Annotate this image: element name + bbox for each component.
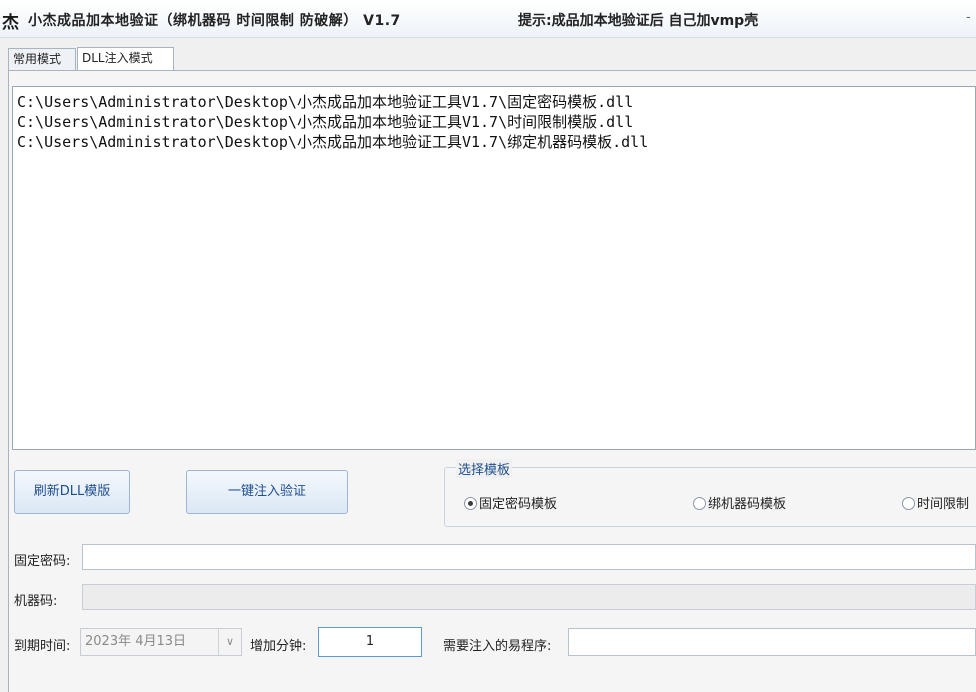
list-item[interactable]: C:\Users\Administrator\Desktop\小杰成品加本地验证… xyxy=(17,112,975,132)
chevron-down-icon[interactable]: ∨ xyxy=(218,629,241,655)
expiry-date-picker[interactable]: 2023年 4月13日 ∨ xyxy=(80,628,242,656)
tab-dll-inject-mode[interactable]: DLL注入模式 xyxy=(77,47,174,71)
one-click-inject-button[interactable]: 一键注入验证 xyxy=(186,470,348,514)
fixed-password-field[interactable] xyxy=(82,544,976,570)
hint-text: 提示:成品加本地验证后 自己加vmp壳 xyxy=(518,13,759,29)
add-minutes-label: 增加分钟: xyxy=(250,639,307,654)
template-group-legend: 选择模板 xyxy=(456,459,513,478)
radio-time-limit-template[interactable]: 时间限制 xyxy=(902,493,969,512)
radio-label: 绑机器码模板 xyxy=(708,497,787,512)
radio-unchecked-icon[interactable] xyxy=(902,497,915,510)
radio-label: 固定密码模板 xyxy=(479,497,558,512)
radio-machine-code-template[interactable]: 绑机器码模板 xyxy=(693,493,786,512)
machine-code-label: 机器码: xyxy=(14,594,58,609)
radio-label: 时间限制 xyxy=(917,497,970,512)
list-item[interactable]: C:\Users\Administrator\Desktop\小杰成品加本地验证… xyxy=(17,92,975,112)
radio-fixed-password-template[interactable]: 固定密码模板 xyxy=(464,493,557,512)
window-control-icon[interactable]: - xyxy=(966,10,971,25)
add-minutes-input[interactable]: 1 xyxy=(318,627,422,657)
tab-common-mode[interactable]: 常用模式 xyxy=(8,48,76,70)
expiry-date-value: 2023年 4月13日 xyxy=(85,634,187,649)
title-bar: 杰 小杰成品加本地验证（绑机器码 时间限制 防破解） V1.7 提示:成品加本地… xyxy=(0,0,976,38)
radio-checked-icon[interactable] xyxy=(464,497,477,510)
target-program-label: 需要注入的易程序: xyxy=(443,639,552,654)
list-item[interactable]: C:\Users\Administrator\Desktop\小杰成品加本地验证… xyxy=(17,132,975,152)
fixed-password-label: 固定密码: xyxy=(14,554,71,569)
expiry-time-label: 到期时间: xyxy=(14,639,71,654)
refresh-dll-template-button[interactable]: 刷新DLL模版 xyxy=(14,470,130,514)
dll-template-list[interactable]: C:\Users\Administrator\Desktop\小杰成品加本地验证… xyxy=(12,86,976,450)
machine-code-field xyxy=(82,584,976,610)
window-title: 小杰成品加本地验证（绑机器码 时间限制 防破解） V1.7 xyxy=(28,13,401,29)
radio-unchecked-icon[interactable] xyxy=(693,497,706,510)
target-program-field[interactable] xyxy=(568,628,976,656)
app-logo-icon: 杰 xyxy=(2,13,19,33)
